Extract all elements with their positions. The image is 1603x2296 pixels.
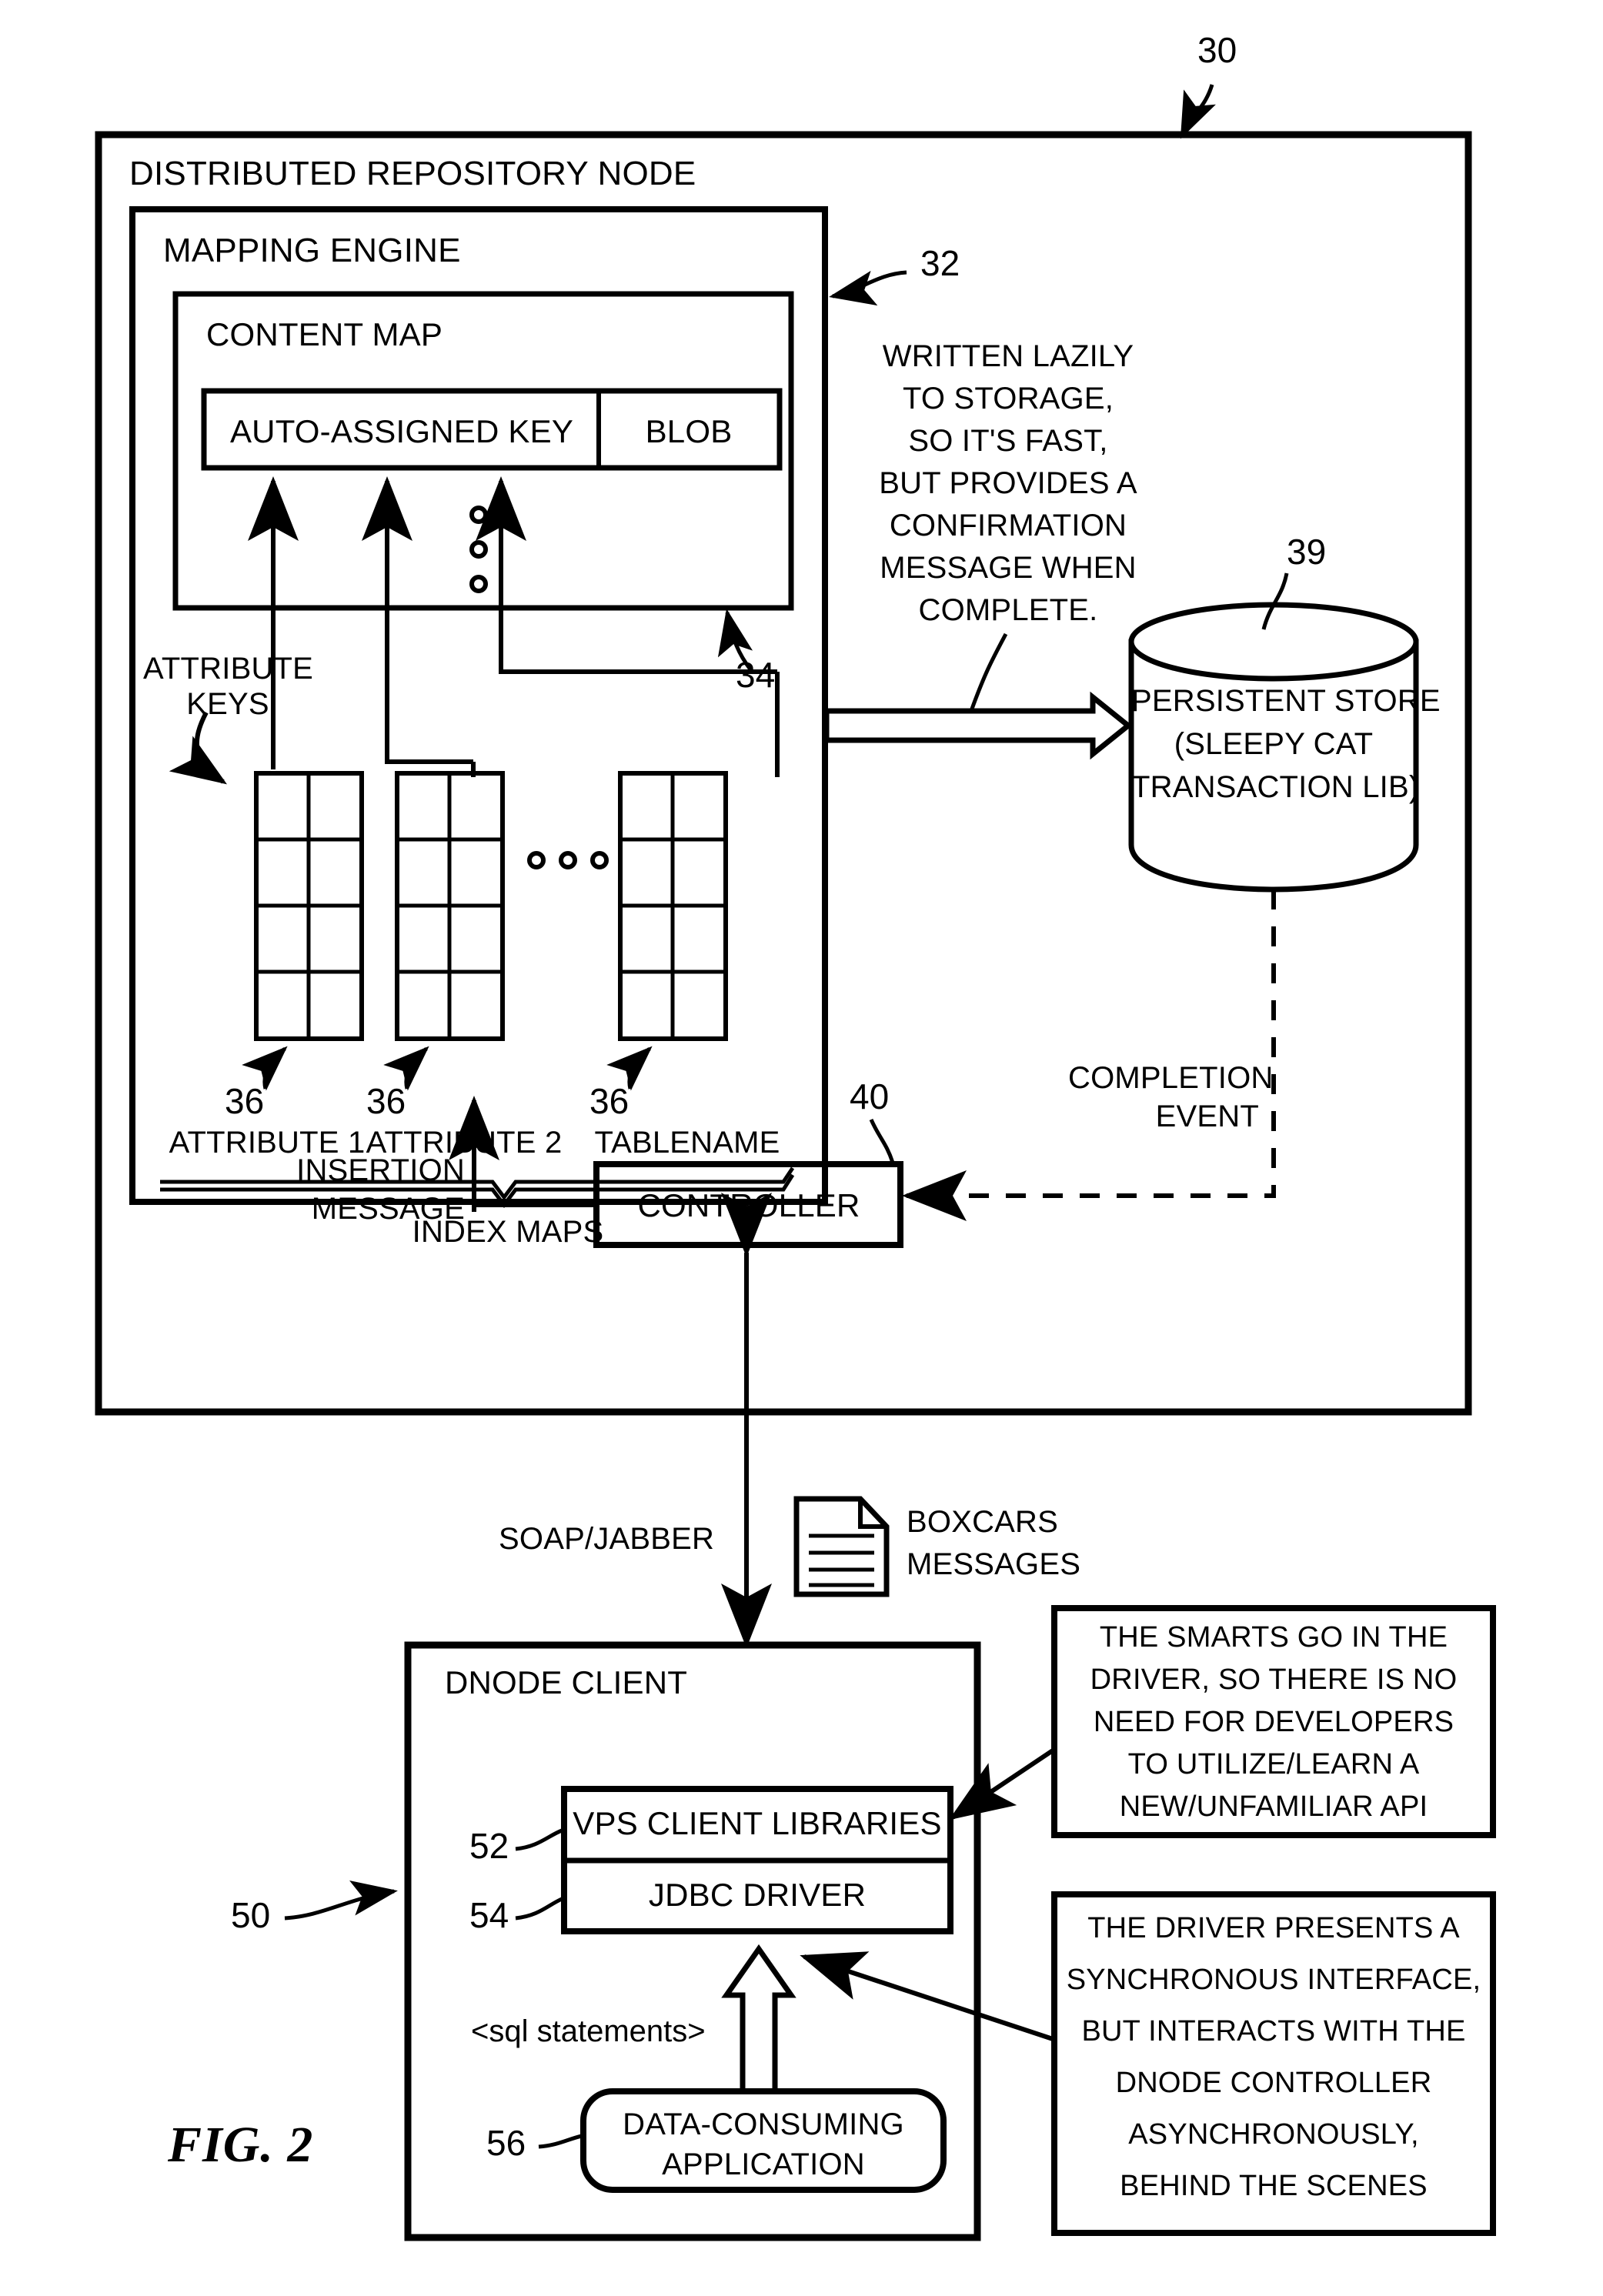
completion-event-label-line2: EVENT	[1155, 1100, 1259, 1133]
controller-label: CONTROLLER	[637, 1187, 860, 1223]
async-note-line-4: ASYNCHRONOUSLY,	[1128, 2118, 1419, 2151]
persistent-store-line2: (SLEEPY CAT	[1174, 727, 1374, 761]
lazy-write-note-2: SO IT'S FAST,	[908, 424, 1108, 458]
vps-client-libraries-label: VPS CLIENT LIBRARIES	[573, 1805, 942, 1841]
smarts-note-line-2: NEED FOR DEVELOPERS	[1093, 1706, 1454, 1738]
ref-36-attribute-1: 36	[225, 1081, 265, 1121]
lazy-write-note-5: MESSAGE WHEN	[880, 551, 1137, 585]
content-map-title: CONTENT MAP	[206, 316, 443, 352]
data-consuming-application-line2: APPLICATION	[662, 2147, 865, 2181]
attribute-keys-label-line2: KEYS	[186, 687, 269, 721]
ref-34: 34	[736, 655, 776, 695]
figure-canvas: 30 32 34 39 36 36 36 40 50 52 54 56 DIST…	[0, 0, 1603, 2296]
lazy-write-note-3: BUT PROVIDES A	[879, 466, 1137, 500]
attribute-keys-label-line1: ATTRIBUTE	[143, 652, 314, 686]
document-icon	[793, 1496, 890, 1597]
attr2-path	[387, 758, 473, 763]
boxcars-label-line2: MESSAGES	[907, 1547, 1081, 1581]
lazy-write-note-4: CONFIRMATION	[889, 509, 1127, 542]
async-note-arrow	[800, 1951, 1054, 2041]
ref-40: 40	[850, 1076, 890, 1116]
smarts-note-line-1: DRIVER, SO THERE IS NO	[1090, 1664, 1458, 1696]
jdbc-driver-label: JDBC DRIVER	[648, 1877, 867, 1913]
figure-label: FIG. 2	[168, 2117, 314, 2173]
sql-statements-label: <sql statements>	[471, 2014, 706, 2048]
lazy-write-note-6: COMPLETE.	[918, 593, 1098, 627]
persistent-store-line1: PERSISTENT STORE	[1131, 684, 1441, 718]
async-note-line-1: SYNCHRONOUS INTERFACE,	[1066, 1964, 1481, 1996]
insertion-message-arrow	[474, 1205, 596, 1212]
smarts-note-line-4: NEW/UNFAMILIAR API	[1119, 1790, 1428, 1823]
data-consuming-application-line1: DATA-CONSUMING	[623, 2107, 904, 2141]
ref-54: 54	[469, 1895, 509, 1935]
smarts-note-arrow	[949, 1748, 1054, 1820]
attr2-leader	[362, 476, 473, 764]
lazy-write-note-1: TO STORAGE,	[902, 382, 1114, 415]
ref-36-attribute-2: 36	[366, 1081, 406, 1121]
async-note-line-0: THE DRIVER PRESENTS A	[1087, 1912, 1460, 1944]
ref-30: 30	[1197, 30, 1237, 70]
ref39-leader	[1261, 572, 1289, 630]
index-map-attribute-2	[395, 771, 505, 1041]
mapping-engine-title: MAPPING ENGINE	[163, 232, 461, 269]
completion-event-label-line1: COMPLETION	[1068, 1061, 1274, 1095]
insertion-message-label-line1: INSERTION	[296, 1153, 465, 1187]
async-note-line-2: BUT INTERACTS WITH THE	[1081, 2015, 1466, 2047]
ref-39: 39	[1287, 532, 1327, 572]
async-note-line-5: BEHIND THE SCENES	[1120, 2170, 1428, 2202]
auto-assigned-key-cell: AUTO-ASSIGNED KEY	[229, 413, 574, 449]
blob-cell: BLOB	[645, 413, 733, 449]
tablename-leader	[476, 476, 777, 674]
ref56-leader	[538, 2134, 583, 2149]
attribute-keys-leader	[169, 711, 227, 785]
lazy-write-block-arrow	[823, 691, 1133, 760]
completion-event-line	[902, 889, 1276, 1221]
ref50-leader	[284, 1881, 398, 1921]
lazy-write-note-0: WRITTEN LAZILY	[882, 339, 1134, 373]
async-note-line-3: DNODE CONTROLLER	[1115, 2067, 1432, 2099]
ref-36-tablename: 36	[589, 1081, 630, 1121]
smarts-note-line-3: TO UTILIZE/LEARN A	[1127, 1748, 1420, 1780]
dnode-client-title: DNODE CLIENT	[445, 1664, 688, 1700]
smarts-note-line-0: THE SMARTS GO IN THE	[1099, 1621, 1448, 1654]
ref-52: 52	[469, 1826, 509, 1866]
distributed-repository-node-title: DISTRIBUTED REPOSITORY NODE	[129, 155, 696, 192]
lazy-write-leader	[969, 632, 1008, 712]
soap-jabber-label: SOAP/JABBER	[499, 1522, 715, 1556]
sql-statements-block-arrow	[721, 1944, 796, 2096]
index-map-name-tablename: TABLENAME	[594, 1126, 780, 1160]
ref54-leader	[515, 1897, 563, 1921]
ref-32: 32	[920, 243, 960, 283]
ref32-leader	[829, 270, 907, 306]
index-map-tablename	[618, 771, 728, 1041]
boxcars-label-line1: BOXCARS	[907, 1505, 1059, 1539]
ref-50: 50	[231, 1895, 271, 1935]
persistent-store-line3: TRANSACTION LIB)	[1131, 770, 1420, 804]
ref52-leader	[515, 1828, 563, 1851]
index-map-attribute-1	[254, 771, 364, 1041]
insertion-message-label-line2: MESSAGE	[311, 1192, 465, 1226]
ref-56: 56	[486, 2123, 526, 2163]
ref40-leader	[869, 1119, 895, 1163]
ref30-leader	[1180, 84, 1216, 139]
